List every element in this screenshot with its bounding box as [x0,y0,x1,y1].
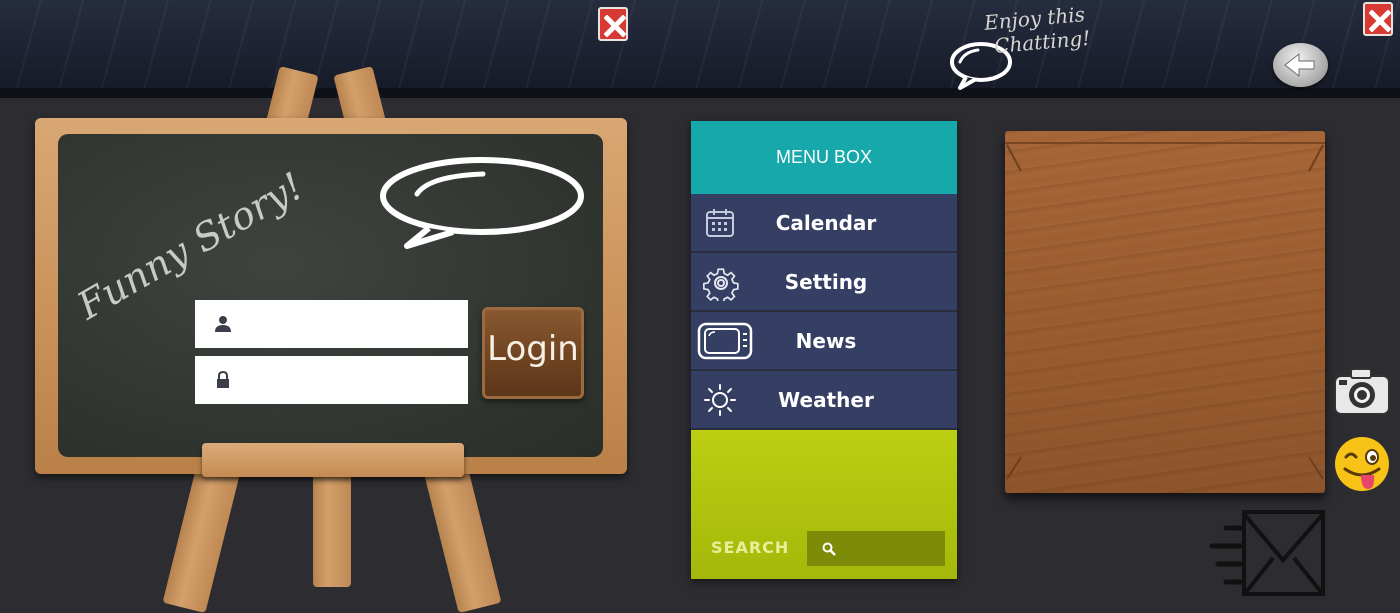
menu-item-label: Setting [784,270,868,294]
login-label: Login [487,329,579,369]
close-icon [604,15,626,37]
rain-texture [0,0,1400,88]
easel-crossbar [202,443,464,477]
search-label: SEARCH [711,538,790,557]
calendar-icon [706,209,734,237]
camera-icon[interactable] [1333,366,1391,418]
user-icon [215,316,231,332]
tv-icon [697,322,753,360]
username-field[interactable] [195,300,468,350]
sun-icon [704,384,736,416]
search-field[interactable] [807,531,945,568]
lock-icon [217,371,229,388]
menu-item-label: Weather [778,388,874,412]
username-input[interactable] [241,300,465,350]
chat-banner-text: Enjoy this Chatting! [983,1,1097,58]
gear-icon [703,268,739,301]
menu-item-news[interactable]: News [691,312,957,370]
menu-box: MENU BOX Calendar Setting News Weather S… [691,121,957,579]
send-mail-icon[interactable] [1208,508,1326,598]
search-panel: SEARCH [691,430,957,579]
wooden-panel [1005,131,1325,493]
top-bar [0,0,1400,98]
menu-item-label: News [795,329,857,353]
close-icon [1369,10,1391,32]
password-field[interactable] [195,356,468,406]
close-window-button[interactable] [1363,2,1393,36]
password-input[interactable] [241,356,465,406]
menu-title: MENU BOX [691,121,957,194]
menu-item-calendar[interactable]: Calendar [691,194,957,252]
close-button[interactable] [598,7,628,41]
search-icon [822,542,836,556]
search-input[interactable] [837,531,941,568]
easel-leg-right [422,456,502,613]
menu-item-setting[interactable]: Setting [691,253,957,311]
menu-item-label: Calendar [775,211,877,235]
arrow-left-icon [1284,52,1315,78]
menu-item-weather[interactable]: Weather [691,371,957,429]
wood-corner-lines [1005,142,1325,480]
speech-bubble-icon [380,157,584,249]
login-button[interactable]: Login [482,307,584,399]
easel-leg-center [313,470,351,587]
winking-emoji-icon[interactable] [1331,437,1393,493]
easel-leg-left [162,456,242,613]
back-button[interactable] [1273,43,1328,87]
